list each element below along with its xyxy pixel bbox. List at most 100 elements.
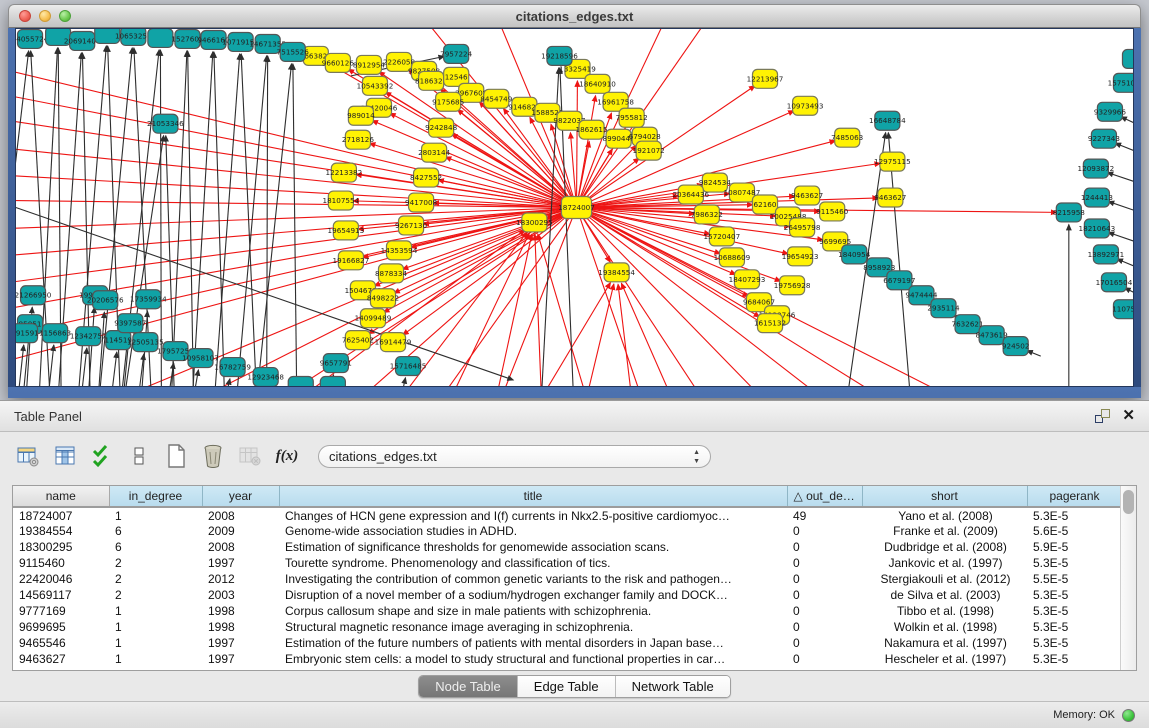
table-row[interactable]: 1456911722003Disruption of a novel membe… (13, 587, 1120, 603)
select-checkmarks-icon[interactable] (90, 444, 114, 468)
float-panel-icon[interactable] (1095, 409, 1110, 423)
yellow-node[interactable]: 8912954 (353, 55, 386, 74)
table-row[interactable]: 977716911998Corpus callosum shape and si… (13, 603, 1120, 619)
yellow-node[interactable]: 9660126 (322, 53, 355, 72)
teal-node[interactable]: 391591 (16, 324, 39, 343)
teal-node[interactable]: 15751074 (1108, 73, 1133, 92)
window-titlebar[interactable]: citations_edges.txt (8, 4, 1141, 28)
column-header-short[interactable]: short (862, 486, 1027, 507)
citation-network-graph[interactable]: 1872400776638229660126891295422260589827… (16, 29, 1133, 386)
table-row[interactable]: 946554611997Estimation of the future num… (13, 635, 1120, 651)
node-table[interactable]: namein_degreeyeartitle△ out_de…shortpage… (13, 486, 1120, 667)
teal-node[interactable] (1122, 49, 1133, 68)
teal-node[interactable]: 24055724 (16, 29, 49, 48)
yellow-node[interactable]: 989014 (347, 106, 375, 125)
teal-node[interactable]: 7957224 (440, 44, 473, 63)
yellow-node[interactable]: 1615132 (754, 314, 786, 333)
teal-node[interactable]: 9397587 (114, 314, 146, 333)
teal-node[interactable]: 9329966 (1094, 102, 1127, 121)
yellow-node[interactable]: 9267130 (395, 216, 428, 235)
teal-node[interactable]: 1840954 (838, 245, 871, 264)
teal-node[interactable] (288, 377, 313, 386)
table-settings-icon[interactable] (16, 444, 40, 468)
close-panel-icon[interactable]: ✕ (1122, 409, 1135, 423)
column-header-in_degree[interactable]: in_degree (109, 486, 202, 507)
yellow-node[interactable]: 18724007 (558, 197, 595, 219)
row-height-icon[interactable] (127, 444, 151, 468)
yellow-node[interactable]: 7955812 (616, 108, 648, 127)
yellow-node[interactable]: 12213967 (747, 69, 784, 88)
teal-node[interactable]: 2935114 (927, 299, 960, 318)
teal-node[interactable]: 8215958 (1053, 203, 1086, 222)
yellow-node[interactable]: 8427552 (410, 168, 442, 187)
tab-network-table[interactable]: Network Table (616, 676, 730, 697)
teal-node[interactable]: 21053346 (147, 114, 184, 133)
yellow-node[interactable]: 14353594 (381, 241, 418, 260)
table-row[interactable]: 969969511998Structural magnetic resonanc… (13, 619, 1120, 635)
teal-node[interactable]: 9227343 (1088, 129, 1120, 148)
yellow-node[interactable]: 16914479 (375, 333, 412, 352)
network-canvas[interactable]: 1872400776638229660126891295422260589827… (15, 28, 1134, 387)
yellow-node[interactable]: 7986322 (691, 205, 723, 224)
teal-node[interactable]: 16648784 (869, 111, 906, 130)
yellow-node[interactable]: 7625402 (342, 331, 374, 350)
column-header-name[interactable]: name (13, 486, 109, 507)
yellow-node[interactable]: 1921072 (633, 141, 665, 160)
column-header-title[interactable]: title (279, 486, 787, 507)
table-row[interactable]: 2242004622012Investigating the contribut… (13, 571, 1120, 587)
table-select-dropdown[interactable]: citations_edges.txt ▲▼ (318, 445, 711, 468)
yellow-node[interactable]: 19654923 (782, 247, 819, 266)
teal-node[interactable]: 10653257 (115, 29, 152, 45)
table-row[interactable]: 1938455462009Genome-wide association stu… (13, 523, 1120, 539)
table-row[interactable]: 946362711997Embryonic stem cells: a mode… (13, 651, 1120, 667)
teal-node[interactable]: 1244413 (1081, 188, 1113, 207)
yellow-node[interactable]: 10543392 (357, 76, 394, 95)
teal-node[interactable]: 7515526 (277, 42, 310, 61)
yellow-node[interactable]: 15720407 (704, 227, 741, 246)
yellow-node[interactable]: 9463627 (874, 188, 906, 207)
table-row[interactable]: 911546021997Tourette syndrome. Phenomeno… (13, 555, 1120, 571)
yellow-node[interactable]: 19654913 (328, 221, 365, 240)
yellow-node[interactable]: 10688609 (714, 248, 751, 267)
teal-node[interactable] (148, 29, 173, 47)
yellow-node[interactable]: 18407293 (729, 270, 766, 289)
table-vertical-scrollbar[interactable] (1120, 486, 1136, 670)
yellow-node[interactable]: 7485063 (831, 128, 863, 147)
column-header-pagerank[interactable]: pagerank (1027, 486, 1120, 507)
teal-node[interactable]: 110753 (1112, 300, 1133, 319)
teal-node[interactable]: 1156863 (39, 324, 71, 343)
yellow-node[interactable]: 19166827 (333, 251, 370, 270)
yellow-node[interactable]: 8878334 (375, 264, 408, 283)
table-row[interactable]: 1872400712008Changes of HCN gene express… (13, 507, 1120, 523)
yellow-node[interactable]: 2718126 (342, 130, 375, 149)
yellow-node[interactable]: 9115460 (816, 202, 849, 221)
yellow-node[interactable]: 9175685 (432, 92, 464, 111)
teal-node[interactable]: 9657791 (320, 354, 352, 373)
teal-node[interactable]: 18210643 (1079, 219, 1116, 238)
tab-edge-table[interactable]: Edge Table (518, 676, 616, 697)
yellow-node[interactable]: 19384554 (598, 263, 635, 282)
column-header-out_de[interactable]: △ out_de… (787, 486, 862, 507)
yellow-node[interactable]: 9417008 (405, 193, 438, 212)
table-row[interactable]: 1830029562008Estimation of significance … (13, 539, 1120, 555)
teal-node[interactable]: 13892971 (1088, 245, 1125, 264)
yellow-node[interactable]: 19756928 (774, 276, 811, 295)
tab-node-table[interactable]: Node Table (419, 676, 518, 697)
yellow-node[interactable]: 8498222 (367, 289, 399, 308)
yellow-node[interactable]: 12975115 (874, 152, 911, 171)
trash-icon[interactable] (201, 444, 225, 468)
teal-node[interactable]: 16782759 (214, 358, 251, 377)
column-header-year[interactable]: year (202, 486, 279, 507)
yellow-node[interactable]: 10973493 (787, 96, 824, 115)
show-column-icon[interactable] (53, 444, 77, 468)
yellow-node[interactable]: 9463627 (791, 186, 823, 205)
function-builder-icon[interactable]: f(x) (275, 444, 299, 468)
new-file-icon[interactable] (164, 444, 188, 468)
teal-node[interactable]: 12093872 (1078, 159, 1115, 178)
teal-node[interactable]: 12923468 (247, 368, 284, 386)
yellow-node[interactable]: 2803144 (418, 143, 451, 162)
yellow-node[interactable]: 9242848 (425, 118, 458, 137)
teal-node[interactable] (320, 377, 345, 386)
yellow-node[interactable]: 12213382 (326, 163, 363, 182)
scrollbar-thumb[interactable] (1123, 490, 1134, 514)
